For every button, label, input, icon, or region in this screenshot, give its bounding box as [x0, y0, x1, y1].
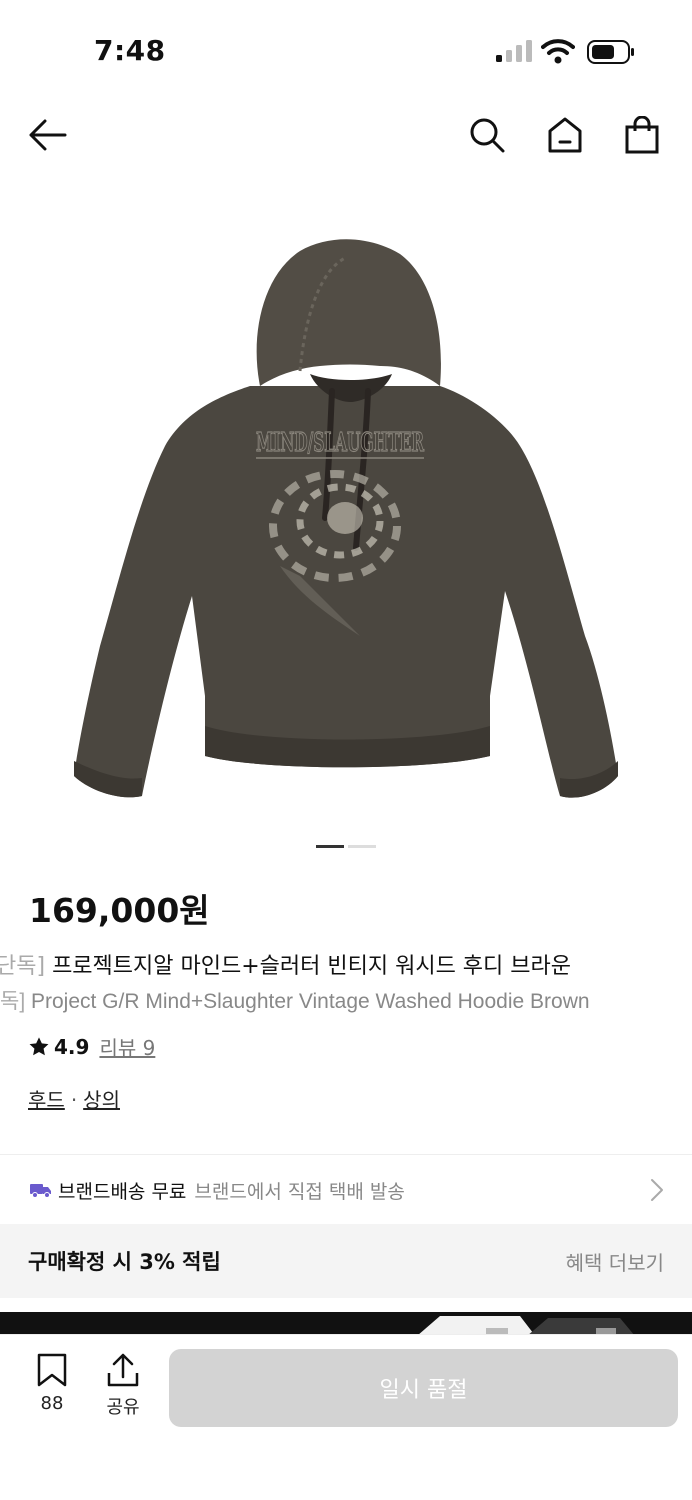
product-title-korean: 단독] 프로젝트지알 마인드+슬러터 빈티지 워시드 후디 브라운 — [0, 948, 692, 980]
search-icon — [470, 118, 505, 153]
back-arrow-icon — [29, 119, 67, 151]
home-button[interactable] — [542, 112, 588, 158]
delivery-label: 브랜드배송 무료 — [58, 1180, 187, 1203]
chevron-right-icon — [651, 1179, 663, 1201]
like-count: 88 — [40, 1393, 64, 1414]
share-icon — [107, 1353, 139, 1387]
bottom-action-bar: 88 공유 일시 품절 — [0, 1334, 692, 1500]
product-title-english-prefix: 독] — [0, 990, 26, 1013]
like-button[interactable]: 88 — [22, 1353, 82, 1414]
category-breadcrumb: 후드 · 상의 — [28, 1084, 120, 1113]
share-button[interactable]: 공유 — [93, 1353, 153, 1419]
bookmark-icon — [37, 1353, 67, 1387]
category-link-top[interactable]: 상의 — [83, 1088, 120, 1112]
product-title-korean-prefix: 단독] — [0, 954, 46, 979]
delivery-info-row[interactable]: 브랜드배송 무료 브랜드에서 직접 택배 발송 — [0, 1156, 692, 1224]
product-title-english-text: Project G/R Mind+Slaughter Vintage Washe… — [25, 990, 590, 1013]
battery-icon — [587, 40, 634, 64]
category-link-hood[interactable]: 후드 — [28, 1088, 65, 1112]
cart-button[interactable] — [619, 112, 665, 158]
status-bar: 7:48 — [0, 0, 692, 100]
product-title-english: 독] Project G/R Mind+Slaughter Vintage Wa… — [0, 985, 692, 1015]
rating-row: 4.9 리뷰 9 — [28, 1032, 155, 1061]
product-price: 169,000원 — [29, 891, 210, 930]
benefit-row: 구매확정 시 3% 적립 혜택 더보기 — [0, 1224, 692, 1298]
benefit-label: 구매확정 시 3% 적립 — [28, 1250, 221, 1274]
rating-score: 4.9 — [54, 1034, 90, 1059]
sold-out-button[interactable]: 일시 품절 — [169, 1349, 678, 1427]
shopping-bag-icon — [625, 116, 659, 154]
product-image-gallery[interactable]: MIND/SLAUGHTER — [0, 196, 692, 836]
gallery-indicators — [316, 845, 376, 848]
back-button[interactable] — [24, 112, 70, 158]
divider — [0, 1154, 692, 1155]
gallery-indicator — [348, 845, 376, 848]
status-time: 7:48 — [94, 34, 166, 67]
hoodie-product-image: MIND/SLAUGHTER — [74, 239, 618, 798]
gallery-indicator-active — [316, 845, 344, 848]
review-link[interactable]: 리뷰 9 — [99, 1032, 155, 1061]
search-button[interactable] — [464, 112, 510, 158]
hoodie-print-text: MIND/SLAUGHTER — [256, 428, 424, 458]
delivery-description: 브랜드에서 직접 택배 발송 — [194, 1180, 405, 1203]
top-navigation — [0, 100, 692, 170]
wifi-icon — [541, 39, 575, 64]
product-title-korean-text: 프로젝트지알 마인드+슬러터 빈티지 워시드 후디 브라운 — [45, 954, 571, 979]
share-label: 공유 — [106, 1397, 140, 1418]
category-separator: · — [70, 1088, 78, 1112]
truck-icon — [30, 1184, 51, 1198]
home-icon — [548, 117, 582, 153]
cellular-signal-icon — [496, 40, 532, 62]
star-icon — [29, 1036, 49, 1055]
benefit-more-link[interactable]: 혜택 더보기 — [566, 1247, 664, 1276]
